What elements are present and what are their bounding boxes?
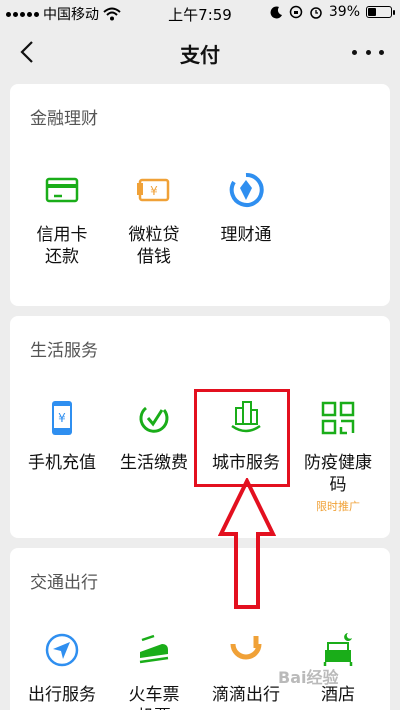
train-icon — [139, 634, 169, 664]
finance-card: 金融理财 信用卡 还款 ¥ 微粒贷 借钱 理财通 — [10, 84, 390, 306]
lock-rotation-icon — [289, 5, 303, 19]
loan-icon: ¥ — [137, 178, 170, 202]
qr-code-icon — [321, 401, 355, 435]
battery-icon — [366, 6, 395, 18]
utility-bill-icon — [139, 406, 169, 433]
section-title: 生活服务 — [30, 341, 98, 361]
nav-bar: 支付 — [0, 26, 400, 80]
utility-bill-item[interactable]: 生活缴费 — [108, 398, 200, 474]
weilidai-item[interactable]: ¥ 微粒贷 借钱 — [108, 170, 200, 268]
battery-percent: 39% — [328, 4, 360, 20]
item-label: 火车票 机票 — [128, 685, 180, 710]
up-arrow-annotation — [218, 478, 276, 609]
status-right: 39% — [270, 4, 395, 20]
battery-fill — [368, 8, 377, 16]
promo-tag: 限时推广 — [316, 500, 360, 513]
train-ticket-item[interactable]: 火车票 机票 — [108, 630, 200, 710]
item-label: 生活缴费 — [120, 453, 188, 473]
svg-text:¥: ¥ — [58, 411, 66, 425]
highlight-box — [194, 389, 290, 487]
wealth-icon — [229, 172, 264, 207]
credit-card-icon — [45, 177, 79, 203]
item-label: 信用卡 还款 — [36, 225, 88, 267]
navigation-icon — [45, 633, 79, 667]
alarm-icon — [310, 7, 322, 19]
item-label: 出行服务 — [28, 685, 96, 705]
item-label: 微粒贷 借钱 — [128, 225, 180, 267]
svg-text:¥: ¥ — [150, 184, 158, 198]
item-label: 手机充值 — [28, 453, 96, 473]
health-code-item[interactable]: 防疫健康 码 限时推广 — [292, 398, 384, 514]
phone-topup-item[interactable]: ¥ 手机充值 — [16, 398, 108, 474]
didi-icon — [230, 636, 262, 660]
more-options-icon[interactable] — [352, 38, 384, 66]
licaitong-item[interactable]: 理财通 — [200, 170, 292, 246]
watermark: Bai经验 — [278, 668, 339, 687]
travel-service-item[interactable]: 出行服务 — [16, 630, 108, 706]
item-label: 理财通 — [220, 225, 272, 245]
credit-card-repay-item[interactable]: 信用卡 还款 — [16, 170, 108, 268]
phone-topup-icon: ¥ — [52, 401, 72, 435]
section-title: 金融理财 — [30, 109, 98, 129]
page-title: 支付 — [180, 43, 220, 67]
item-label: 防疫健康 码 — [304, 453, 372, 495]
section-title: 交通出行 — [30, 573, 98, 593]
moon-icon — [270, 5, 282, 18]
status-bar: 中国移动 上午7:59 39% — [0, 0, 400, 26]
